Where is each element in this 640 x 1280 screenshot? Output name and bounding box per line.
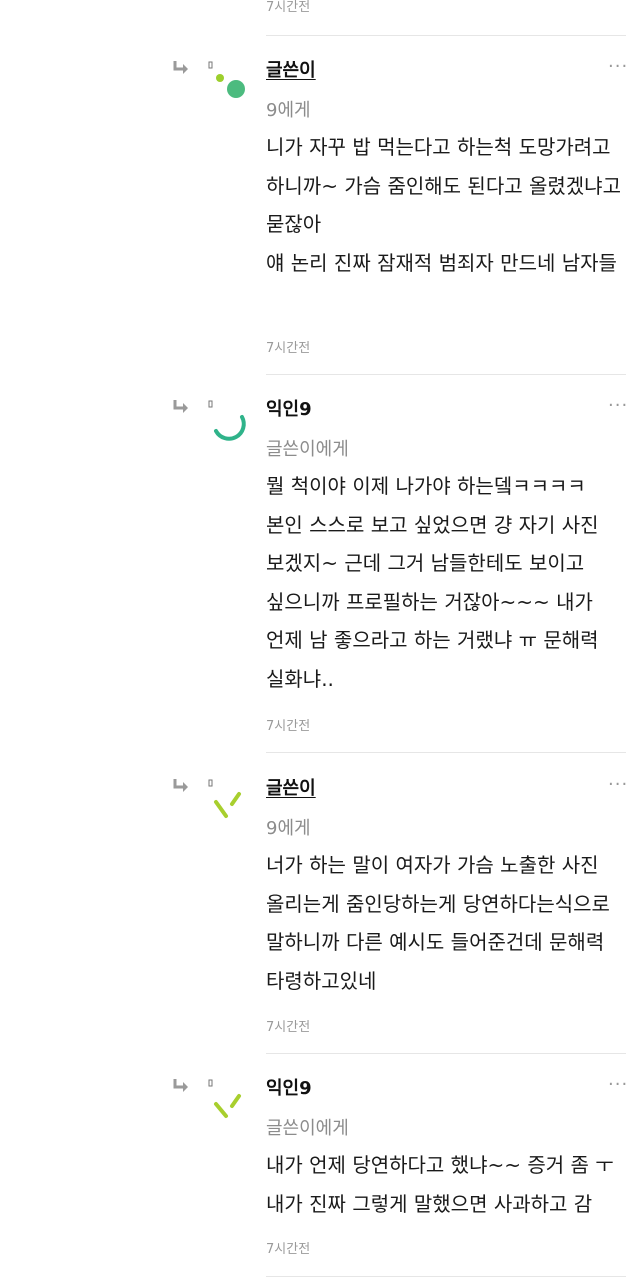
comment-line: 내가 언제 당연하다고 했냐~~ 증거 좀 ㅜ (266, 1153, 614, 1177)
divider (266, 374, 626, 375)
avatar (208, 779, 241, 818)
divider (266, 752, 626, 753)
avatar (208, 1079, 241, 1118)
comment-line: 너가 하는 말이 여자가 가슴 노출한 사진 올리는게 줌인당하는게 당연하다는… (266, 853, 610, 993)
comment-line: 뭘 척이야 이제 나가야 하는뎈ㅋㅋㅋㅋ 본인 스스로 보고 싶었으면 걍 자기… (266, 474, 599, 691)
comment-timestamp: 7시간전 (266, 1242, 311, 1257)
reply-arrow-icon (173, 400, 188, 413)
top-timestamp: 7시간전 (266, 0, 311, 15)
reply-target: 9에게 (266, 818, 311, 839)
author-name[interactable]: 익인9 (266, 399, 312, 421)
comment-timestamp: 7시간전 (266, 719, 311, 734)
divider (266, 1053, 626, 1054)
comment-timestamp: 7시간전 (266, 341, 311, 356)
comment-body: 내가 언제 당연하다고 했냐~~ 증거 좀 ㅜ 내가 진짜 그렇게 말했으면 사… (266, 1146, 626, 1223)
author-name[interactable]: 글쓴이 (266, 778, 316, 800)
reply-arrow-icon (173, 779, 188, 792)
reply-arrow-icon (173, 61, 188, 74)
more-icon[interactable]: ··· (608, 397, 628, 415)
comment-line: 니가 자꾸 밥 먹는다고 하는척 도망가려고 하니까~ 가슴 줌인해도 된다고 … (266, 135, 621, 236)
reply-arrow-icon (173, 1079, 188, 1092)
comment-body: 뭘 척이야 이제 나가야 하는뎈ㅋㅋㅋㅋ 본인 스스로 보고 싶었으면 걍 자기… (266, 467, 626, 698)
author-name[interactable]: 글쓴이 (266, 60, 316, 82)
reply-target: 9에게 (266, 100, 311, 121)
comment-body: 니가 자꾸 밥 먹는다고 하는척 도망가려고 하니까~ 가슴 줌인해도 된다고 … (266, 128, 626, 282)
divider (266, 1276, 626, 1277)
more-icon[interactable]: ··· (608, 776, 628, 794)
avatar (208, 61, 245, 98)
comment-timestamp: 7시간전 (266, 1020, 311, 1035)
reply-target: 글쓴이에게 (266, 439, 349, 460)
comment-line: 얘 논리 진짜 잠재적 범죄자 만드네 남자들 (266, 250, 617, 275)
avatar (208, 400, 246, 441)
more-icon[interactable]: ··· (608, 58, 628, 76)
comment-line: 내가 진짜 그렇게 말했으면 사과하고 감 (266, 1191, 593, 1216)
more-icon[interactable]: ··· (608, 1076, 628, 1094)
reply-target: 글쓴이에게 (266, 1118, 349, 1139)
comment-body: 너가 하는 말이 여자가 가슴 노출한 사진 올리는게 줌인당하는게 당연하다는… (266, 846, 626, 1000)
divider (266, 35, 626, 36)
author-name[interactable]: 익인9 (266, 1078, 312, 1100)
